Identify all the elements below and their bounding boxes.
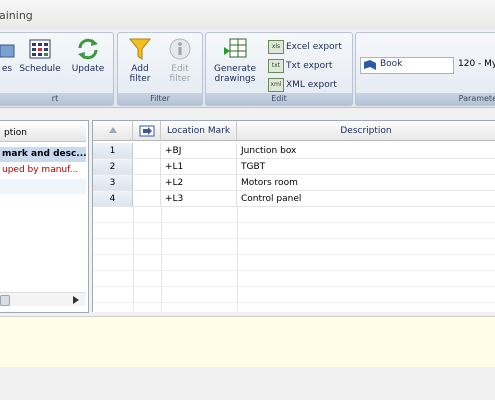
txt-icon: txt — [268, 58, 284, 73]
update-button[interactable]: Update — [67, 37, 109, 74]
description-cell[interactable]: Junction box — [237, 143, 495, 159]
window-title: aining — [0, 9, 33, 22]
book-selector[interactable]: Book — [360, 57, 454, 74]
goto-column-header[interactable] — [133, 121, 161, 141]
description-cell[interactable]: Motors room — [237, 175, 495, 191]
column-header-description[interactable]: Description — [237, 121, 495, 141]
ribbon-group-parameters: Book 120 - My Paramete — [355, 32, 495, 106]
description-cell[interactable]: Control panel — [237, 191, 495, 207]
row-icon-cell[interactable] — [133, 143, 161, 159]
row-icon-cell[interactable] — [133, 191, 161, 207]
row-icon-cell[interactable] — [133, 159, 161, 175]
generate-drawings-icon — [224, 38, 247, 58]
xml-icon: xml — [268, 77, 284, 92]
description-cell[interactable]: TGBT — [237, 159, 495, 175]
ribbon-group-filter: Add filter Edit filter Filter — [117, 32, 203, 106]
data-grid: Location Mark Description 1 +BJ Junction… — [92, 120, 495, 312]
ribbon-group-parameters-label: Paramete — [356, 93, 495, 105]
ribbon-group-report-label: rt — [0, 93, 113, 105]
book-icon — [364, 60, 376, 70]
column-header-location-mark[interactable]: Location Mark — [161, 121, 237, 141]
location-mark-cell[interactable]: +L1 — [161, 159, 237, 175]
scroll-right-icon[interactable] — [72, 296, 80, 304]
ribbon-group-edit-label: Edit — [206, 93, 352, 105]
ribbon-group-filter-label: Filter — [118, 93, 202, 105]
excel-export-button[interactable]: xls Excel export — [268, 39, 342, 55]
schedule-button[interactable]: Schedule — [17, 37, 63, 74]
row-number[interactable]: 1 — [93, 143, 133, 159]
row-number[interactable]: 4 — [93, 191, 133, 207]
book-value: 120 - My — [458, 59, 495, 69]
notes-panel[interactable] — [0, 316, 495, 368]
horizontal-scrollbar[interactable] — [0, 292, 86, 306]
left-panel-header[interactable]: ption — [0, 125, 86, 142]
empty-grid-area — [93, 207, 495, 311]
ribbon-group-edit: Generate drawings xls Excel export txt Txt… — [205, 32, 353, 106]
xml-export-button[interactable]: xml XML export — [268, 77, 337, 93]
list-item-empty — [0, 179, 86, 194]
schedule-icon — [29, 39, 51, 59]
row-number[interactable]: 3 — [93, 175, 133, 191]
left-panel: ption mark and desc... uped by manuf... — [0, 120, 89, 313]
excel-icon: xls — [268, 39, 284, 54]
goto-arrow-icon — [139, 125, 154, 136]
location-mark-cell[interactable]: +BJ — [161, 143, 237, 159]
title-bar: aining — [0, 0, 495, 31]
funnel-icon — [128, 38, 152, 60]
ribbon-group-report: es Schedule Update rt — [0, 32, 114, 106]
edit-filter-button[interactable]: Edit filter — [162, 37, 198, 84]
row-number[interactable]: 2 — [93, 159, 133, 175]
list-item[interactable]: mark and desc... — [0, 147, 86, 162]
grid-divider — [237, 207, 238, 311]
sort-up-icon — [108, 127, 117, 133]
status-bar — [0, 367, 495, 400]
types-button[interactable]: es — [0, 37, 17, 74]
txt-export-button[interactable]: txt Txt export — [268, 58, 332, 74]
generate-drawings-button[interactable]: Generate drawings — [210, 37, 260, 84]
grid-divider — [133, 207, 134, 311]
refresh-icon — [78, 38, 98, 60]
ribbon: es Schedule Update rt Add filter Edit fi… — [0, 30, 495, 108]
row-icon-cell[interactable] — [133, 175, 161, 191]
add-filter-button[interactable]: Add filter — [122, 37, 158, 84]
sort-column-header[interactable] — [93, 121, 133, 141]
scrollbar-thumb[interactable] — [0, 295, 10, 306]
location-mark-cell[interactable]: +L2 — [161, 175, 237, 191]
list-item[interactable]: uped by manuf... — [0, 163, 86, 178]
grid-divider — [161, 207, 162, 311]
info-icon — [169, 38, 191, 60]
location-mark-cell[interactable]: +L3 — [161, 191, 237, 207]
